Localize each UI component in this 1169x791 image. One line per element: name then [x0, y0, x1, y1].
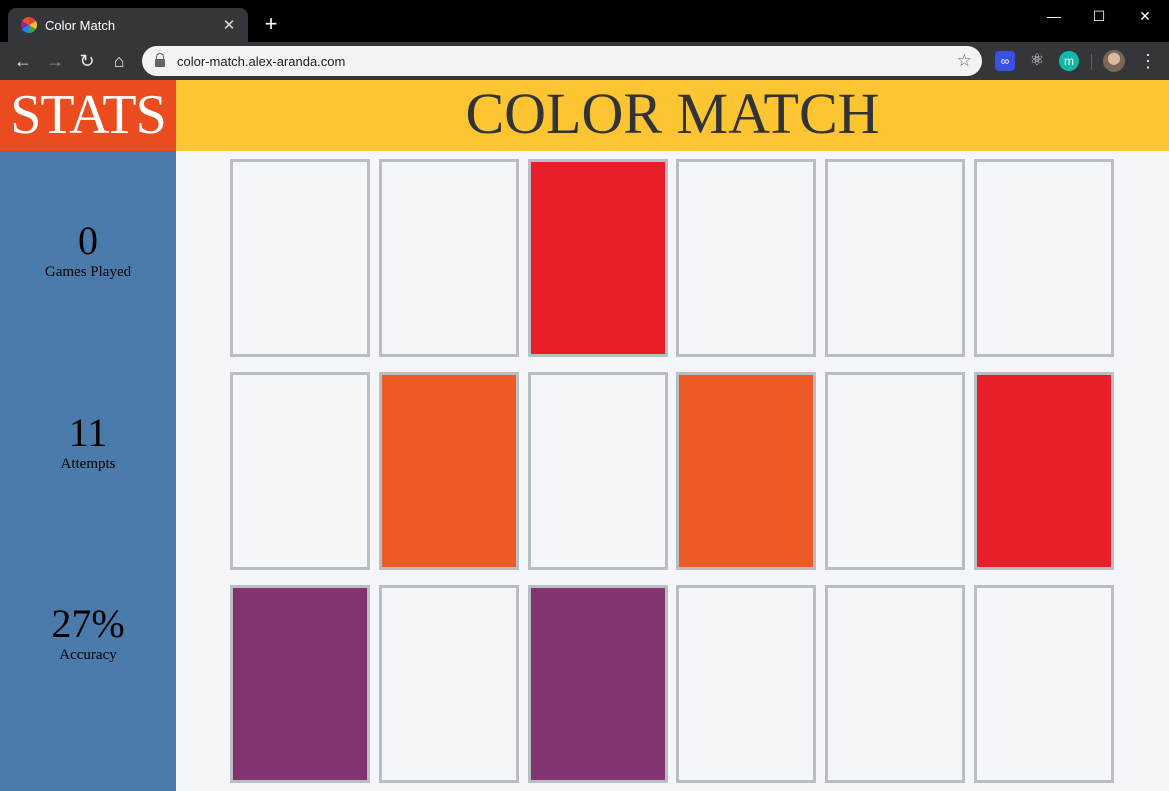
- close-tab-icon[interactable]: ✕: [220, 16, 238, 34]
- card-hidden[interactable]: [379, 585, 519, 783]
- stat-attempts: 11 Attempts: [0, 411, 176, 473]
- card-hidden[interactable]: [974, 159, 1114, 357]
- stats-sidebar: 0 Games Played 11 Attempts 27% Accuracy: [0, 151, 176, 791]
- bookmark-star-icon[interactable]: ☆: [957, 51, 972, 71]
- card-hidden[interactable]: [974, 585, 1114, 783]
- browser-tab[interactable]: Color Match ✕: [8, 8, 248, 42]
- reload-icon[interactable]: ↻: [76, 50, 98, 72]
- card-revealed[interactable]: [379, 372, 519, 570]
- card-hidden[interactable]: [379, 159, 519, 357]
- toolbar-divider: [1091, 54, 1092, 70]
- card-hidden[interactable]: [825, 372, 965, 570]
- extension-infinity-icon[interactable]: ∞: [995, 51, 1015, 71]
- kebab-menu-icon[interactable]: ⋮: [1139, 50, 1157, 72]
- card-revealed[interactable]: [528, 585, 668, 783]
- stat-value: 27%: [51, 601, 125, 646]
- stats-heading: STATS: [0, 80, 176, 151]
- stat-accuracy: 27% Accuracy: [0, 602, 176, 664]
- stat-label: Games Played: [44, 264, 132, 280]
- new-tab-button[interactable]: +: [261, 13, 281, 35]
- card-grid: [176, 151, 1169, 791]
- card-hidden[interactable]: [230, 372, 370, 570]
- card-revealed[interactable]: [974, 372, 1114, 570]
- card-hidden[interactable]: [230, 159, 370, 357]
- react-devtools-icon[interactable]: ⚛: [1027, 51, 1047, 71]
- color-wheel-favicon-icon: [21, 17, 37, 33]
- back-arrow-icon[interactable]: ←: [12, 50, 34, 72]
- stat-value: 11: [68, 410, 108, 455]
- stat-games-played: 0 Games Played: [0, 219, 176, 281]
- card-revealed[interactable]: [230, 585, 370, 783]
- card-hidden[interactable]: [528, 372, 668, 570]
- tab-bar: Color Match ✕ + — ☐ ✕: [0, 0, 1169, 42]
- card-revealed[interactable]: [676, 372, 816, 570]
- forward-arrow-icon[interactable]: →: [44, 50, 66, 72]
- url-text[interactable]: color-match.alex-aranda.com: [177, 54, 957, 69]
- page-title: COLOR MATCH: [176, 80, 1169, 151]
- card-hidden[interactable]: [676, 585, 816, 783]
- stat-value: 0: [78, 218, 98, 263]
- address-bar[interactable]: color-match.alex-aranda.com ☆: [142, 46, 982, 76]
- card-hidden[interactable]: [825, 159, 965, 357]
- extension-m-icon[interactable]: m: [1059, 51, 1079, 71]
- card-hidden[interactable]: [825, 585, 965, 783]
- home-icon[interactable]: ⌂: [108, 50, 130, 72]
- stat-label: Attempts: [60, 456, 116, 472]
- card-revealed[interactable]: [528, 159, 668, 357]
- tab-title: Color Match: [45, 17, 116, 33]
- maximize-icon[interactable]: ☐: [1087, 6, 1111, 26]
- stat-label: Accuracy: [59, 647, 117, 663]
- browser-toolbar: ← → ↻ ⌂ color-match.alex-aranda.com ☆ ∞ …: [0, 42, 1169, 80]
- close-window-icon[interactable]: ✕: [1133, 6, 1157, 26]
- profile-avatar[interactable]: [1103, 50, 1125, 72]
- card-hidden[interactable]: [676, 159, 816, 357]
- minimize-icon[interactable]: —: [1042, 6, 1066, 26]
- lock-icon: [155, 52, 165, 67]
- app-page: STATS COLOR MATCH 0 Games Played 11 Atte…: [0, 80, 1169, 791]
